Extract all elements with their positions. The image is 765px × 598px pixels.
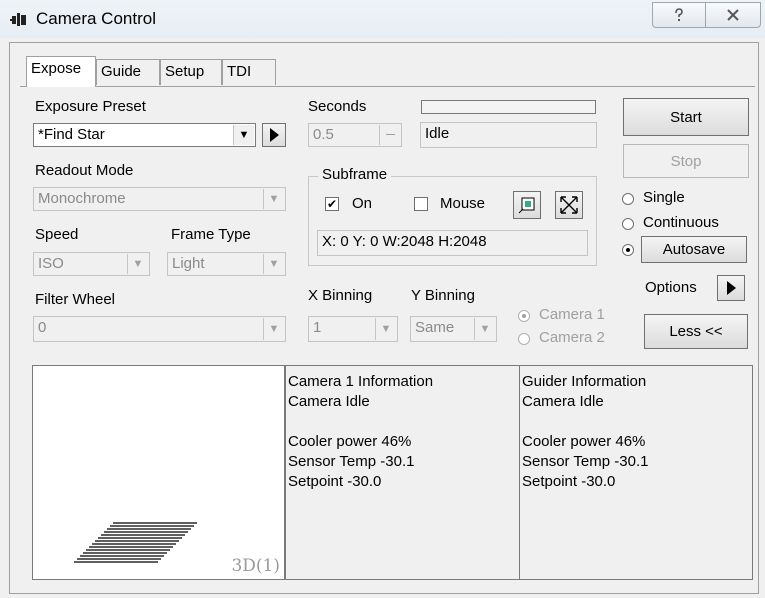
autosave-radio[interactable]: [622, 244, 634, 256]
chevron-down-icon: ▼: [375, 318, 396, 340]
exposure-status-field: Idle: [420, 122, 597, 148]
continuous-label: Continuous: [643, 214, 719, 231]
mouse-checkbox[interactable]: [414, 197, 428, 211]
tab-setup[interactable]: Setup: [160, 59, 222, 85]
x-binning-value: 1: [313, 319, 322, 336]
frame-type-value: Light: [172, 255, 205, 272]
preview-3d-label: 3D(1): [231, 556, 280, 576]
start-button[interactable]: Start: [623, 98, 749, 136]
camera1-status: Camera Idle: [288, 393, 370, 410]
continuous-radio[interactable]: [622, 218, 634, 230]
chevron-down-icon: ▼: [263, 189, 284, 209]
readout-mode-value: Monochrome: [38, 190, 126, 207]
subframe-on-label: On: [352, 195, 373, 212]
subframe-on-checkbox[interactable]: ✔: [325, 197, 339, 211]
speed-value: ISO: [38, 255, 64, 272]
tab-expose[interactable]: Expose: [26, 56, 96, 87]
window-title: Camera Control: [36, 9, 156, 28]
frame-type-label: Frame Type: [171, 226, 251, 243]
speed-select[interactable]: ISO ▼: [33, 252, 150, 276]
help-icon: [675, 8, 683, 21]
camera2-radio[interactable]: [518, 333, 530, 345]
stop-button[interactable]: Stop: [623, 144, 749, 178]
subframe-coords-field: X: 0 Y: 0 W:2048 H:2048: [317, 230, 588, 256]
select-region-icon: [518, 197, 535, 214]
mouse-label: Mouse: [440, 195, 486, 212]
tab-tdi[interactable]: TDI: [222, 59, 276, 85]
guider-info-title: Guider Information: [522, 373, 647, 390]
exposure-preset-select[interactable]: *Find Star ▼: [33, 123, 256, 147]
exposure-progress-bar: [421, 100, 596, 114]
chevron-down-icon: ▼: [127, 254, 148, 274]
camera1-radio[interactable]: [518, 310, 530, 322]
camera1-sensor-temp: Sensor Temp -30.1: [288, 453, 415, 470]
chevron-down-icon: ▼: [474, 318, 495, 340]
chevron-down-icon: ▼: [233, 125, 254, 145]
camera1-setpoint: Setpoint -30.0: [288, 473, 382, 490]
play-arrow-icon: [727, 281, 736, 295]
spinner-divider: [386, 134, 395, 135]
subframe-group-label: Subframe: [318, 166, 392, 183]
help-button[interactable]: [652, 2, 706, 28]
y-binning-select[interactable]: Same ▼: [410, 316, 497, 342]
readout-mode-select[interactable]: Monochrome ▼: [33, 187, 286, 211]
x-binning-select[interactable]: 1 ▼: [308, 316, 398, 342]
close-icon: [727, 9, 739, 21]
speed-label: Speed: [35, 226, 79, 243]
preview-panel: 3D(1): [32, 365, 285, 580]
camera1-cooler: Cooler power 46%: [288, 433, 412, 450]
filter-wheel-label: Filter Wheel: [35, 291, 116, 308]
filter-wheel-select[interactable]: 0 ▼: [33, 316, 286, 342]
app-icon: [10, 13, 26, 26]
filter-wheel-value: 0: [38, 319, 47, 336]
readout-mode-label: Readout Mode: [35, 162, 134, 179]
expand-icon: [560, 196, 578, 214]
camera1-info-title: Camera 1 Information: [288, 373, 434, 390]
exposure-preset-label: Exposure Preset: [35, 98, 146, 115]
seconds-spinner[interactable]: [379, 125, 400, 145]
chevron-down-icon: ▼: [263, 254, 284, 274]
seconds-label: Seconds: [308, 98, 367, 115]
camera2-label: Camera 2: [539, 329, 605, 346]
tab-guide[interactable]: Guide: [96, 59, 160, 85]
seconds-input[interactable]: 0.5: [308, 123, 402, 147]
frame-type-select[interactable]: Light ▼: [167, 252, 286, 276]
preview-3d-graph: [74, 522, 197, 563]
chevron-down-icon: ▼: [263, 318, 284, 340]
less-button[interactable]: Less <<: [644, 314, 748, 349]
title-bar: Camera Control: [0, 0, 765, 38]
play-arrow-icon: [270, 128, 279, 142]
x-binning-label: X Binning: [308, 287, 373, 304]
guider-cooler: Cooler power 46%: [522, 433, 646, 450]
single-radio[interactable]: [622, 193, 634, 205]
y-binning-value: Same: [415, 319, 455, 336]
guider-status: Camera Idle: [522, 393, 604, 410]
options-label: Options: [645, 279, 697, 296]
guider-setpoint: Setpoint -30.0: [522, 473, 616, 490]
tab-strip-line: [20, 86, 755, 87]
autosave-button[interactable]: Autosave: [641, 236, 747, 263]
exposure-preset-value: *Find Star: [38, 126, 105, 143]
camera1-label: Camera 1: [539, 306, 605, 323]
y-binning-label: Y Binning: [411, 287, 475, 304]
select-region-button[interactable]: [513, 191, 541, 219]
camera-control-window: Camera Control Expose Guide Setup TDI Ex…: [0, 0, 765, 598]
guider-sensor-temp: Sensor Temp -30.1: [522, 453, 649, 470]
options-button[interactable]: [717, 275, 745, 301]
full-frame-button[interactable]: [555, 191, 583, 219]
preset-menu-button[interactable]: [262, 123, 286, 147]
seconds-value: 0.5: [313, 126, 334, 143]
single-label: Single: [643, 189, 685, 206]
close-button[interactable]: [705, 2, 761, 28]
